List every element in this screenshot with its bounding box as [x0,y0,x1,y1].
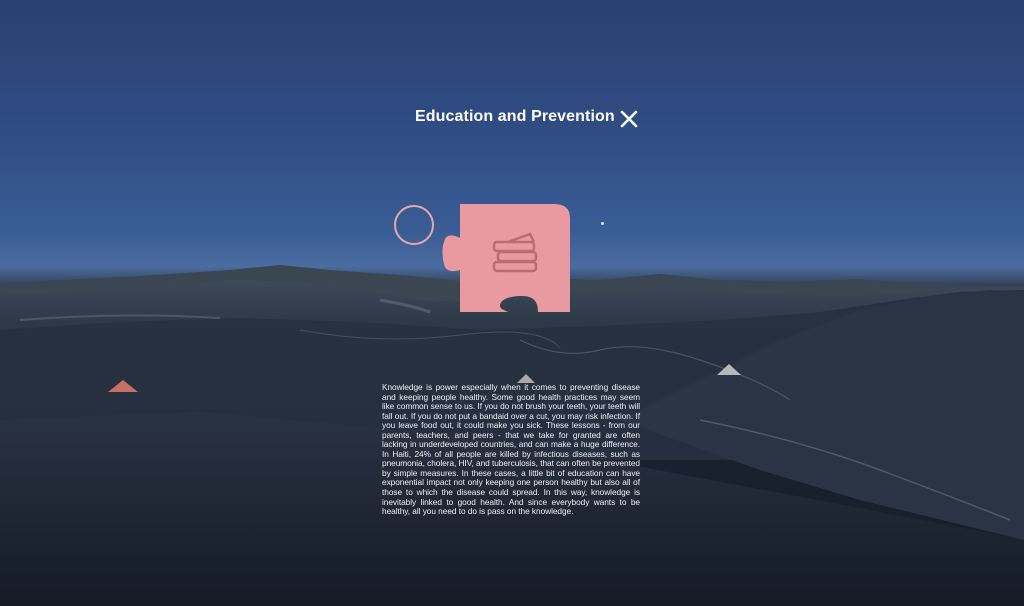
map-marker-left[interactable] [108,380,138,392]
map-marker-right[interactable] [717,364,741,375]
terrain-background: Education and Prevention Knowledge is po… [0,0,1024,606]
panel-title: Education and Prevention [415,108,615,125]
selection-ring-icon[interactable] [394,205,434,245]
puzzle-piece-icon[interactable] [442,204,570,314]
close-icon[interactable] [619,109,639,129]
star-dot [601,222,604,225]
panel-body-text: Knowledge is power especially when it co… [382,382,640,517]
